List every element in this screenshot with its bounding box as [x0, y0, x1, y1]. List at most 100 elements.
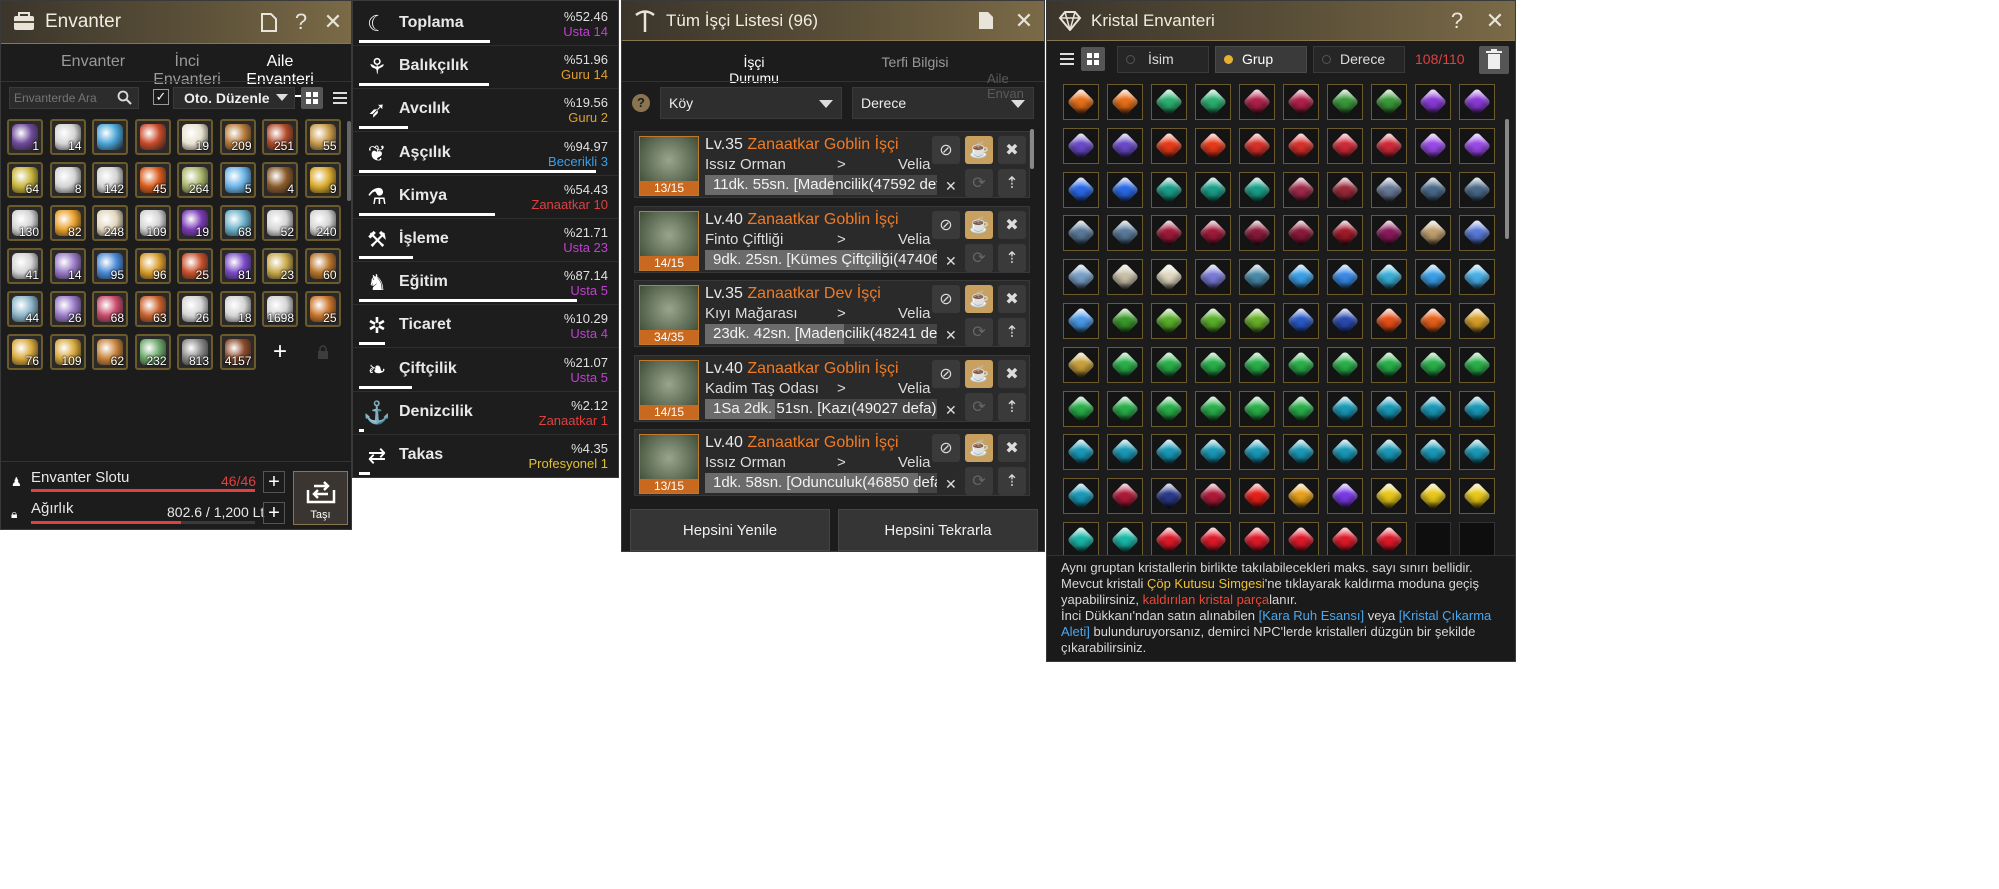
crystal-slot[interactable] — [1459, 346, 1495, 383]
skill-row[interactable]: ⚘ Balıkçılık %51.96 Guru 14 — [353, 46, 618, 90]
crystal-slot[interactable] — [1283, 390, 1319, 427]
inventory-slot[interactable]: 1698 — [262, 291, 298, 327]
add-slot-button[interactable]: + — [263, 471, 285, 493]
crystal-slot[interactable] — [1063, 522, 1099, 558]
crystal-slot[interactable] — [1327, 303, 1363, 339]
hide-eye-icon[interactable]: ⊘ — [932, 359, 960, 388]
worker-card[interactable]: 13/15 Lv.35 Zanaatkar Goblin İşçi Issız Or… — [634, 131, 1030, 198]
search-input[interactable] — [10, 88, 110, 108]
inventory-slot[interactable]: 251 — [262, 119, 298, 155]
search-icon[interactable] — [117, 90, 132, 110]
crystal-slot[interactable] — [1239, 215, 1275, 252]
crystal-slot[interactable] — [1151, 434, 1187, 471]
crystal-slot[interactable] — [1063, 346, 1099, 383]
skill-row[interactable]: ❦ Aşçılık %94.97 Becerikli 3 — [353, 133, 618, 176]
crystal-slot[interactable] — [1283, 84, 1319, 120]
promote-icon[interactable]: ⇡ — [998, 169, 1026, 197]
inventory-slot[interactable]: 18 — [219, 291, 256, 327]
crystal-slot[interactable] — [1151, 215, 1187, 252]
repeat-icon[interactable]: ⟳ — [965, 318, 993, 346]
inventory-slot[interactable]: 264 — [177, 162, 213, 198]
inventory-slot[interactable]: 4 — [262, 162, 298, 198]
crystal-slot[interactable] — [1063, 127, 1099, 164]
fire-worker-icon[interactable]: ✖ — [998, 434, 1026, 462]
cancel-task-icon[interactable]: ✕ — [945, 253, 957, 270]
crystal-slot[interactable] — [1151, 522, 1187, 558]
crystal-slot[interactable] — [1371, 478, 1407, 515]
crystal-slot[interactable] — [1063, 215, 1099, 252]
crystal-slot[interactable] — [1195, 84, 1231, 120]
skill-row[interactable]: ⇄ Takas %4.35 Profesyonel 1 — [353, 435, 618, 477]
document-icon[interactable] — [974, 9, 998, 33]
crystal-slot[interactable] — [1063, 84, 1099, 120]
crystal-slot[interactable] — [1195, 390, 1231, 427]
repeat-icon[interactable]: ⟳ — [965, 467, 993, 495]
crystal-slot[interactable] — [1327, 171, 1363, 208]
crystal-slot[interactable] — [1415, 303, 1451, 339]
crystal-slot[interactable] — [1107, 478, 1143, 515]
promote-icon[interactable]: ⇡ — [998, 392, 1026, 421]
crystal-slot[interactable] — [1195, 478, 1231, 515]
crystal-slot[interactable] — [1239, 478, 1275, 515]
crystal-slot[interactable] — [1151, 171, 1187, 208]
inventory-slot[interactable]: 4157 — [219, 334, 256, 370]
crystal-slot[interactable] — [1239, 259, 1275, 296]
inventory-slot[interactable]: 64 — [7, 162, 43, 198]
crystal-slot[interactable] — [1459, 259, 1495, 296]
cancel-task-icon[interactable]: ✕ — [945, 476, 957, 493]
crystal-slot[interactable] — [1107, 390, 1143, 427]
crystal-slot[interactable] — [1415, 215, 1451, 252]
inventory-slot[interactable]: 82 — [49, 205, 86, 241]
inventory-slot[interactable]: 62 — [92, 334, 128, 370]
crystal-slot[interactable] — [1371, 84, 1407, 120]
close-icon[interactable]: ✕ — [1483, 8, 1507, 33]
crystal-slot[interactable] — [1283, 171, 1319, 208]
crystal-slot[interactable] — [1415, 171, 1451, 208]
crystal-scrollbar[interactable] — [1505, 119, 1509, 239]
crystal-slot[interactable] — [1371, 434, 1407, 471]
inventory-slot[interactable]: 60 — [304, 248, 341, 284]
skill-row[interactable]: ✲ Ticaret %10.29 Usta 4 — [353, 305, 618, 349]
crystal-slot[interactable] — [1415, 84, 1451, 120]
crystal-slot[interactable] — [1415, 478, 1451, 515]
crystal-slot[interactable] — [1371, 171, 1407, 208]
crystal-slot[interactable] — [1063, 303, 1099, 339]
crystal-slot[interactable] — [1151, 303, 1187, 339]
help-circle-icon[interactable]: ? — [632, 94, 650, 112]
refresh-all-button[interactable]: Hepsini Yenile — [630, 509, 830, 551]
crystal-slot[interactable] — [1107, 522, 1143, 558]
close-icon[interactable]: ✕ — [1012, 8, 1036, 33]
cancel-task-icon[interactable]: ✕ — [945, 327, 957, 344]
inventory-slot[interactable] — [134, 119, 171, 155]
sort-name-radio[interactable]: İsim — [1117, 46, 1209, 73]
inventory-slot[interactable]: 44 — [7, 291, 43, 327]
promote-icon[interactable]: ⇡ — [998, 243, 1026, 272]
worker-card[interactable]: 34/35 Lv.35 Zanaatkar Dev İşçi Kıyı Mağara… — [634, 280, 1030, 347]
inventory-slot[interactable]: 45 — [134, 162, 171, 198]
repeat-all-button[interactable]: Hepsini Tekrarla — [838, 509, 1038, 551]
beer-icon[interactable]: ☕ — [965, 285, 993, 313]
repeat-icon[interactable]: ⟳ — [965, 169, 993, 197]
inventory-slot[interactable]: 63 — [134, 291, 171, 327]
crystal-slot[interactable] — [1327, 434, 1363, 471]
hide-eye-icon[interactable]: ⊘ — [932, 285, 960, 313]
inventory-slot[interactable]: 26 — [177, 291, 213, 327]
inventory-slot[interactable]: 25 — [304, 291, 341, 327]
crystal-slot[interactable] — [1107, 346, 1143, 383]
crystal-slot[interactable] — [1195, 215, 1231, 252]
fire-worker-icon[interactable]: ✖ — [998, 136, 1026, 164]
crystal-slot[interactable] — [1283, 303, 1319, 339]
fire-worker-icon[interactable]: ✖ — [998, 210, 1026, 239]
crystal-slot[interactable] — [1415, 346, 1451, 383]
inventory-slot[interactable]: 813 — [177, 334, 213, 370]
crystal-slot[interactable] — [1415, 434, 1451, 471]
skill-row[interactable]: ♞ Eğitim %87.14 Usta 5 — [353, 262, 618, 306]
crystal-slot[interactable] — [1151, 346, 1187, 383]
add-weight-button[interactable]: + — [263, 502, 285, 524]
inventory-slot[interactable]: 19 — [177, 119, 213, 155]
crystal-slot[interactable] — [1107, 215, 1143, 252]
crystal-slot[interactable] — [1415, 127, 1451, 164]
crystal-slot[interactable] — [1459, 303, 1495, 339]
inventory-slot[interactable]: 25 — [177, 248, 213, 284]
crystal-slot[interactable] — [1195, 346, 1231, 383]
